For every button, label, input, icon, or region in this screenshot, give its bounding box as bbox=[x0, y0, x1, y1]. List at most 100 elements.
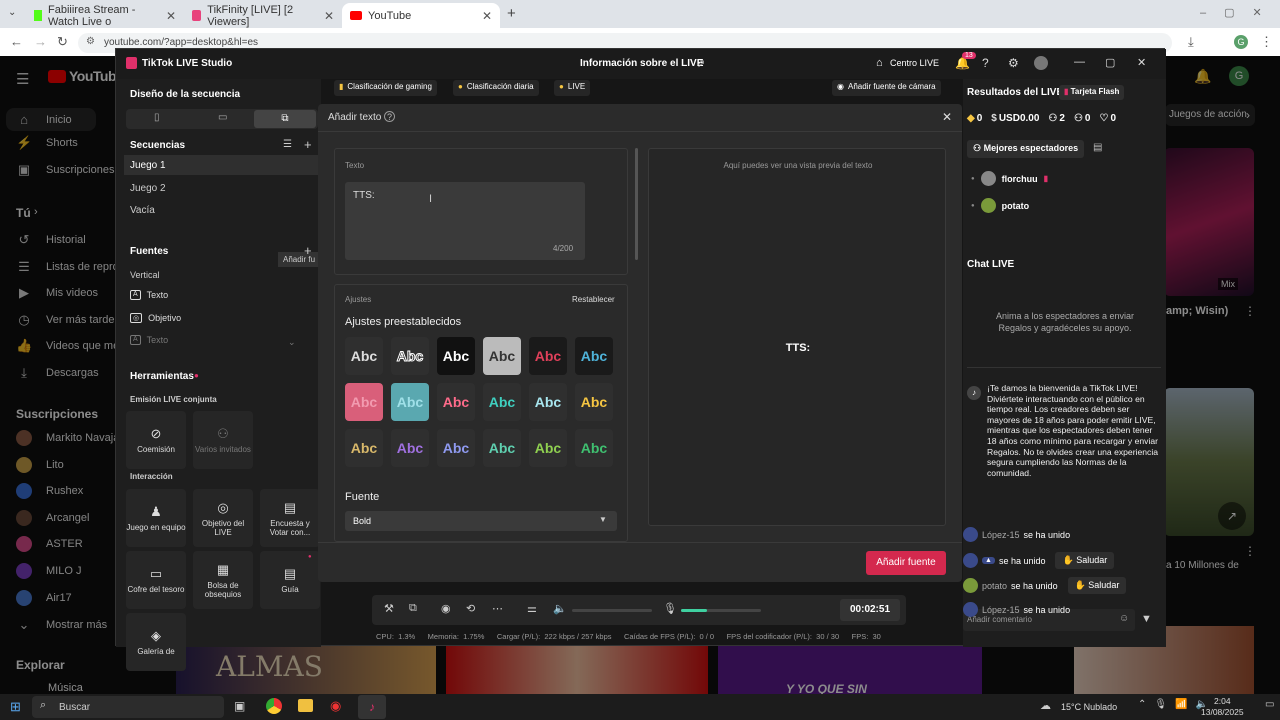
close-icon[interactable]: ✕ bbox=[324, 9, 334, 23]
leaderboard-icon[interactable]: ▤ bbox=[1093, 142, 1102, 153]
add-source-button[interactable]: Añadir fuente bbox=[866, 551, 946, 575]
add-source-icon[interactable]: + bbox=[304, 243, 312, 258]
back-icon[interactable]: ← bbox=[10, 34, 23, 49]
more-icon[interactable]: ⋯ bbox=[492, 602, 503, 615]
windows-start-icon[interactable]: ⊞ bbox=[10, 699, 21, 715]
text-style-preset[interactable]: Abc bbox=[483, 337, 521, 375]
text-style-preset[interactable]: Abc bbox=[483, 383, 521, 421]
maximize-icon[interactable]: ▢ bbox=[1105, 56, 1115, 69]
user-name[interactable]: López-15 bbox=[982, 530, 1020, 540]
text-style-preset[interactable]: Abc bbox=[575, 383, 613, 421]
text-style-preset[interactable]: Abc bbox=[529, 383, 567, 421]
top-viewer-item[interactable]: ● potato bbox=[971, 198, 1029, 213]
live-center-button[interactable]: Centro LIVE bbox=[890, 58, 939, 68]
user-name[interactable]: potato bbox=[982, 581, 1007, 591]
forward-icon[interactable]: → bbox=[34, 34, 47, 49]
app-icon[interactable]: ◉ bbox=[330, 698, 341, 714]
sequence-item[interactable]: Vacía bbox=[130, 205, 155, 216]
site-info-icon[interactable]: ⚙ bbox=[86, 36, 95, 47]
sequence-item[interactable]: Juego 2 bbox=[130, 183, 166, 194]
text-style-preset[interactable]: Abc bbox=[437, 337, 475, 375]
new-tab-button[interactable]: + bbox=[507, 5, 516, 22]
live-chip[interactable]: ● LIVE bbox=[554, 80, 591, 96]
help-icon[interactable]: ? bbox=[384, 111, 395, 122]
chevron-down-icon[interactable]: ⌄ bbox=[288, 337, 296, 348]
speaker-icon[interactable]: 🔈 bbox=[553, 602, 567, 615]
team-game-tile[interactable]: ♟ Juego en equipo bbox=[126, 489, 186, 547]
microphone-icon[interactable]: 🎙 bbox=[663, 602, 677, 615]
greet-button[interactable]: ✋ Saludar bbox=[1055, 552, 1115, 569]
live-goal-tile[interactable]: ◎ Objetivo del LIVE bbox=[193, 489, 253, 547]
text-style-preset[interactable]: Abc bbox=[345, 383, 383, 421]
file-explorer-icon[interactable] bbox=[298, 699, 313, 712]
daily-ranking-chip[interactable]: ● Clasificación diaria bbox=[453, 80, 539, 96]
screen-icon[interactable]: ⧉ bbox=[409, 602, 417, 615]
text-style-preset[interactable]: Abc bbox=[437, 383, 475, 421]
volume-slider[interactable] bbox=[572, 609, 652, 612]
record-icon[interactable]: ◉ bbox=[441, 602, 451, 615]
text-style-preset[interactable]: Abc bbox=[391, 337, 429, 375]
text-style-preset[interactable]: Abc bbox=[529, 337, 567, 375]
treasure-chest-tile[interactable]: ▭ Cofre del tesoro bbox=[126, 551, 186, 609]
minimize-icon[interactable]: — bbox=[1074, 56, 1085, 68]
reload-icon[interactable]: ↻ bbox=[57, 34, 68, 50]
tab-tikfinity[interactable]: TikFinity [LIVE] [2 Viewers] ✕ bbox=[184, 3, 342, 28]
gift-bag-tile[interactable]: ▦ Bolsa de obsequios bbox=[193, 551, 253, 609]
text-style-preset[interactable]: Abc bbox=[391, 429, 429, 467]
clock-time[interactable]: 2:04 bbox=[1214, 696, 1231, 706]
share-icon[interactable]: ⇗ bbox=[696, 57, 705, 70]
text-input[interactable]: TTS: I 4/200 bbox=[345, 182, 585, 260]
clock-date[interactable]: 13/08/2025 bbox=[1201, 707, 1244, 717]
chrome-icon[interactable] bbox=[266, 698, 282, 714]
add-sequence-icon[interactable]: + bbox=[304, 137, 312, 152]
user-name[interactable]: López-15 bbox=[982, 605, 1020, 615]
live-info-title[interactable]: Información sobre el LIVE bbox=[580, 58, 703, 69]
window-controls[interactable]: –▢✕ bbox=[1200, 6, 1280, 19]
greet-button[interactable]: ✋ Saludar bbox=[1067, 577, 1127, 594]
tiktok-studio-taskbar-icon[interactable]: ♪ bbox=[358, 695, 386, 719]
tab-kick[interactable]: Fabiiirea Stream - Watch Live o ✕ bbox=[26, 3, 184, 28]
taskbar-search[interactable]: ⌕ Buscar bbox=[32, 696, 224, 718]
tab-youtube[interactable]: YouTube ✕ bbox=[342, 3, 500, 28]
multi-guest-tile[interactable]: ⚇ Varios invitados bbox=[193, 411, 253, 469]
close-icon[interactable]: ✕ bbox=[166, 9, 176, 23]
list-icon[interactable]: ☰ bbox=[283, 139, 292, 150]
source-item[interactable]: ◎ Objetivo bbox=[130, 312, 181, 323]
help-icon[interactable]: ? bbox=[982, 56, 989, 70]
gaming-ranking-chip[interactable]: ▮ Clasificación de gaming bbox=[334, 80, 437, 96]
add-camera-source-button[interactable]: ◉ Añadir fuente de cámara bbox=[832, 80, 941, 96]
replay-icon[interactable]: ⟲ bbox=[466, 602, 475, 615]
reset-button[interactable]: Restablecer bbox=[572, 295, 615, 304]
live-center-icon[interactable]: ⌂ bbox=[876, 57, 883, 69]
text-style-preset[interactable]: Abc bbox=[345, 429, 383, 467]
weather-text[interactable]: 15°C Nublado bbox=[1061, 702, 1117, 712]
top-viewers-button[interactable]: ⚇ Mejores espectadores bbox=[967, 140, 1085, 158]
menu-icon[interactable]: ⋮ bbox=[1260, 34, 1273, 50]
tab-search-icon[interactable]: ⌄ bbox=[8, 7, 16, 18]
notification-center-icon[interactable]: ▭ bbox=[1265, 699, 1274, 710]
filter-icon[interactable]: ▼ bbox=[1141, 613, 1152, 625]
text-style-preset[interactable]: Abc bbox=[575, 337, 613, 375]
flash-card-button[interactable]: ▮ Tarjeta Flash bbox=[1059, 85, 1125, 100]
mixer-icon[interactable]: ⚌ bbox=[527, 602, 537, 615]
profile-avatar[interactable]: G bbox=[1234, 35, 1248, 49]
source-item[interactable]: A Texto bbox=[130, 335, 168, 345]
scrollbar[interactable] bbox=[635, 148, 638, 260]
mic-slider[interactable] bbox=[681, 609, 761, 612]
magic-icon[interactable]: ⚒ bbox=[384, 602, 394, 615]
text-style-preset[interactable]: Abc bbox=[437, 429, 475, 467]
close-icon[interactable]: ✕ bbox=[482, 9, 492, 23]
text-style-preset[interactable]: Abc bbox=[483, 429, 521, 467]
settings-icon[interactable]: ⚙ bbox=[1008, 56, 1019, 70]
text-style-preset[interactable]: Abc bbox=[391, 383, 429, 421]
task-view-icon[interactable]: ▣ bbox=[234, 699, 245, 713]
font-select[interactable]: Bold ▼ bbox=[345, 511, 617, 531]
emoji-icon[interactable]: ☺ bbox=[1119, 613, 1129, 624]
text-style-preset[interactable]: Abc bbox=[529, 429, 567, 467]
poll-tile[interactable]: ▤ Encuesta y Votar con... bbox=[260, 489, 320, 547]
orientation-toggle[interactable]: ▯ ▭ ⧉ bbox=[126, 109, 318, 129]
portrait-icon[interactable]: ▯ bbox=[154, 112, 160, 123]
top-viewer-item[interactable]: ● florchuu ▮ bbox=[971, 171, 1048, 186]
text-style-preset[interactable]: Abc bbox=[345, 337, 383, 375]
source-item[interactable]: A Texto bbox=[130, 290, 168, 300]
